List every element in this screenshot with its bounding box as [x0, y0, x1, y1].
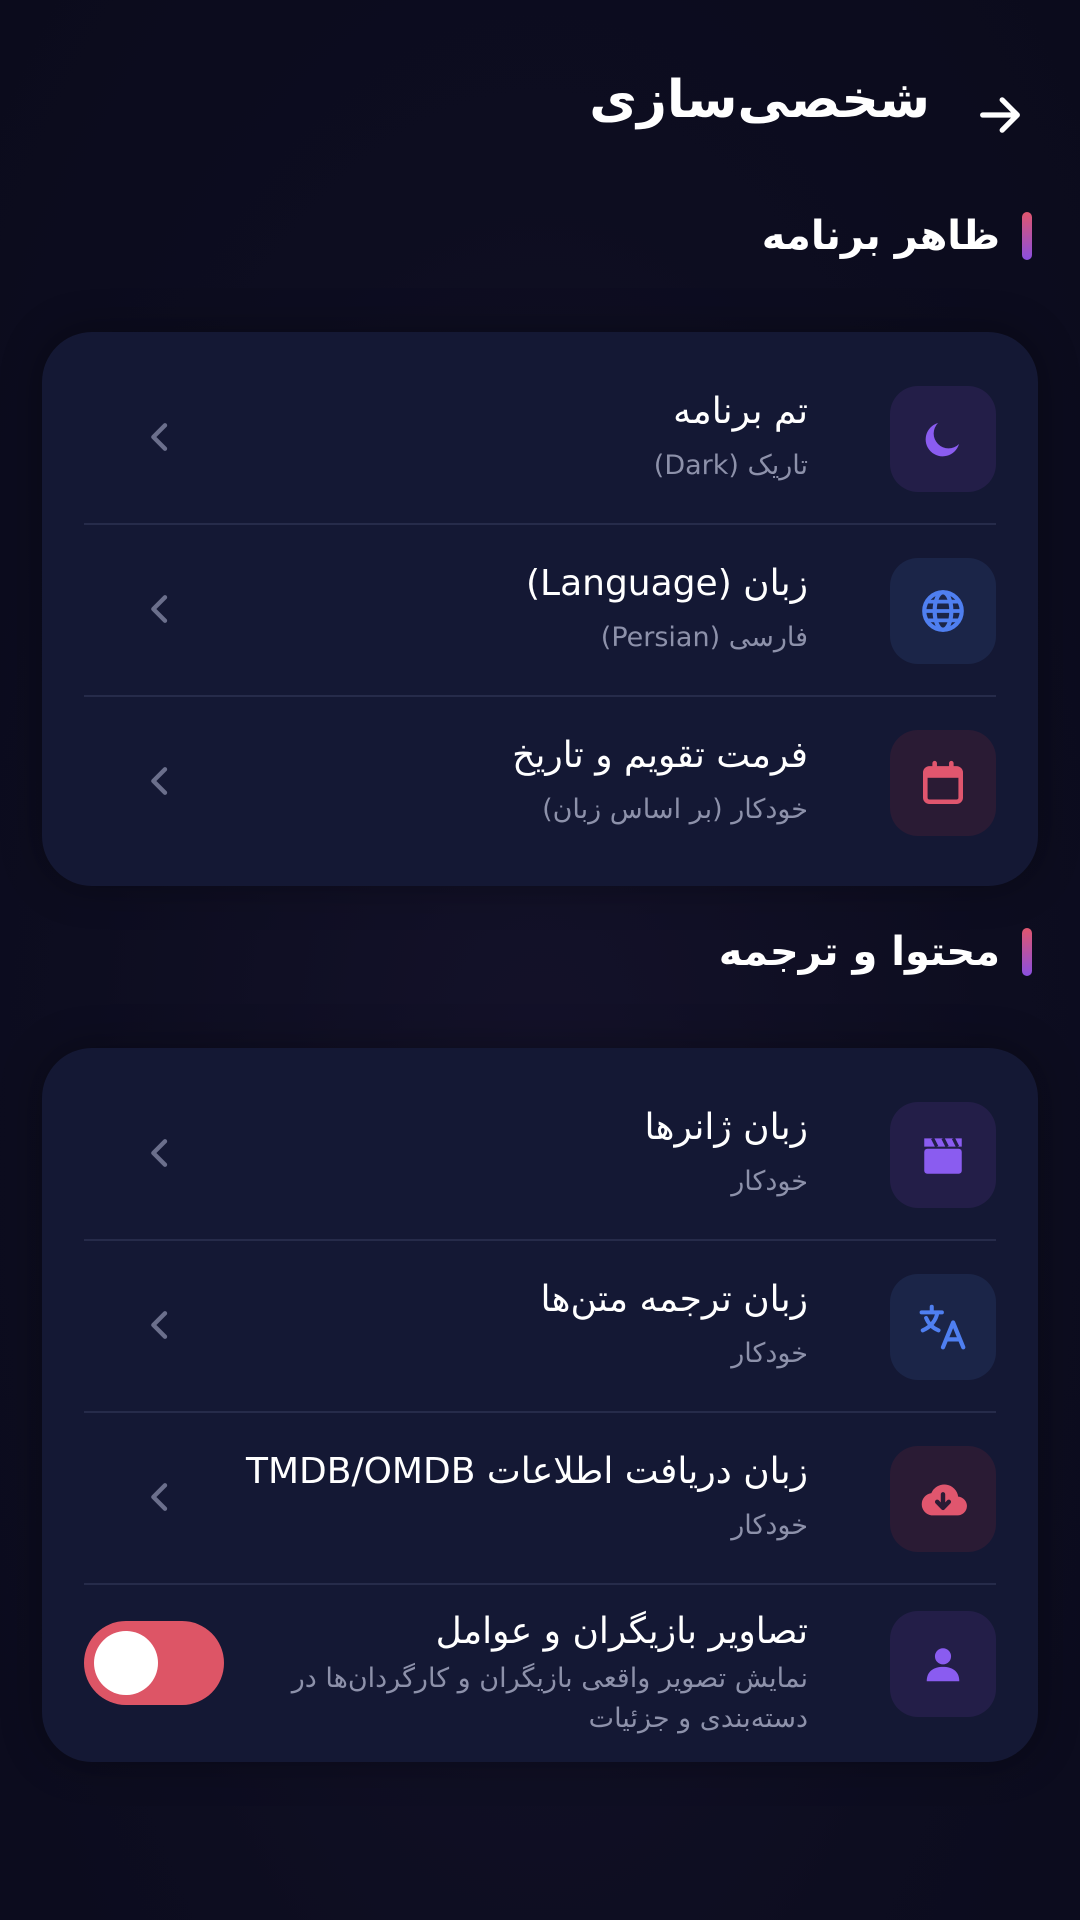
settings-item-cast-images: تصاویر بازیگران و عوامل نمایش تصویر واقع… [42, 1583, 1038, 1759]
calendar-icon [890, 730, 996, 836]
page-title: شخصی‌سازی [589, 70, 930, 130]
chevron-left-icon [151, 767, 168, 795]
chevron-left-icon [151, 1311, 168, 1339]
section-accent-bar [1022, 928, 1032, 976]
settings-item-translation-language[interactable]: زبان ترجمه متن‌ها خودکار [42, 1239, 1038, 1411]
item-title: تصاویر بازیگران و عوامل [435, 1611, 808, 1652]
item-subtitle: خودکار [731, 1166, 808, 1197]
settings-item-genres-language[interactable]: زبان ژانرها خودکار [42, 1067, 1038, 1239]
item-title: زبان ژانرها [644, 1107, 808, 1148]
chevron-left-icon [151, 595, 168, 623]
content-card: زبان ژانرها خودکار زبان ترجمه متن‌ها خود… [42, 1048, 1038, 1762]
item-subtitle: تاریک (Dark) [653, 450, 808, 481]
section-title: ظاهر برنامه [761, 213, 1000, 259]
clapperboard-icon [890, 1102, 996, 1208]
item-title: تم برنامه [673, 391, 808, 432]
arrow-right-icon [980, 97, 1020, 133]
cast-images-toggle[interactable] [84, 1621, 224, 1705]
settings-item-theme[interactable]: تم برنامه تاریک (Dark) [42, 351, 1038, 523]
item-subtitle: نمایش تصویر واقعی بازیگران و کارگردان‌ها… [291, 1663, 808, 1734]
item-title: زبان (Language) [525, 563, 808, 604]
chevron-left-icon [151, 1483, 168, 1511]
item-title: فرمت تقویم و تاریخ [512, 735, 808, 776]
toggle-knob [94, 1631, 158, 1695]
moon-icon [890, 386, 996, 492]
settings-item-calendar-format[interactable]: فرمت تقویم و تاریخ خودکار (بر اساس زبان) [42, 695, 1038, 867]
section-title: محتوا و ترجمه [718, 929, 1000, 975]
translate-icon [890, 1274, 996, 1380]
cloud-download-icon [890, 1446, 996, 1552]
section-accent-bar [1022, 212, 1032, 260]
back-button[interactable] [965, 80, 1035, 150]
person-icon [890, 1611, 996, 1717]
settings-item-language[interactable]: زبان (Language) فارسی (Persian) [42, 523, 1038, 695]
item-subtitle: خودکار [731, 1510, 808, 1541]
settings-item-metadata-language[interactable]: زبان دریافت اطلاعات TMDB/OMDB خودکار [42, 1411, 1038, 1583]
item-title: زبان دریافت اطلاعات TMDB/OMDB [246, 1451, 808, 1492]
app-header: شخصی‌سازی [0, 60, 1080, 160]
appearance-card: تم برنامه تاریک (Dark) زبان (Language) ف… [42, 332, 1038, 886]
chevron-left-icon [151, 423, 168, 451]
item-subtitle: خودکار (بر اساس زبان) [542, 794, 808, 825]
settings-screen: شخصی‌سازی ظاهر برنامه تم برنامه تاریک (D… [0, 0, 1080, 1920]
globe-icon [890, 558, 996, 664]
section-heading-content: محتوا و ترجمه [719, 922, 1032, 982]
section-heading-appearance: ظاهر برنامه [762, 206, 1032, 266]
chevron-left-icon [151, 1139, 168, 1167]
item-subtitle: فارسی (Persian) [600, 622, 808, 653]
item-title: زبان ترجمه متن‌ها [540, 1279, 808, 1320]
item-subtitle: خودکار [731, 1338, 808, 1369]
